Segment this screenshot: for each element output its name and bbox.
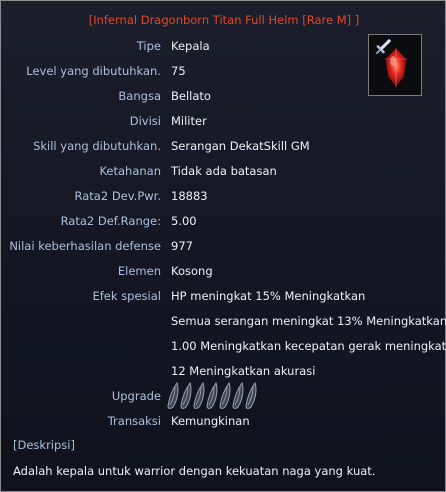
- stat-value: 5.00: [171, 214, 197, 228]
- stat-label: Tipe: [136, 39, 161, 53]
- stat-row-bangsa: Bangsa Bellato: [1, 89, 446, 105]
- stat-row-level: Level yang dibutuhkan. 75: [1, 64, 446, 80]
- stat-value: Serangan DekatSkill GM: [171, 139, 310, 153]
- stat-value: Kemungkinan: [171, 414, 250, 428]
- stat-row-transaksi: Transaksi Kemungkinan: [1, 414, 446, 430]
- stat-label: Efek spesial: [92, 289, 161, 303]
- stat-value: Militer: [171, 114, 207, 128]
- stat-value: Tidak ada batasan: [171, 164, 277, 178]
- effect-text: 1.00 Meningkatkan kecepatan gerak mening…: [171, 339, 446, 353]
- stat-row-divisi: Divisi Militer: [1, 114, 446, 130]
- empty-talic-slot-icon: [232, 381, 244, 409]
- description-text: Adalah kepala untuk warrior dengan kekua…: [13, 464, 376, 478]
- stat-value: 18883: [171, 189, 208, 203]
- stat-label: Skill yang dibutuhkan.: [33, 139, 161, 153]
- stat-label: Divisi: [129, 114, 161, 128]
- stat-label: Elemen: [117, 264, 161, 278]
- upgrade-label: Upgrade: [111, 389, 161, 403]
- stat-label: Transaksi: [107, 414, 161, 428]
- description-heading: [Deskripsi]: [13, 438, 75, 452]
- effect-line: Semua serangan meningkat 13% Meningkatka…: [1, 314, 446, 330]
- effect-text: Semua serangan meningkat 13% Meningkatka…: [171, 314, 446, 328]
- empty-talic-slot-icon: [206, 381, 218, 409]
- stat-label: Rata2 Def.Range:: [60, 214, 161, 228]
- stat-row-tipe: Tipe Kepala: [1, 39, 446, 55]
- stat-row-ketahanan: Ketahanan Tidak ada batasan: [1, 164, 446, 180]
- empty-talic-slot-icon: [219, 381, 231, 409]
- empty-talic-slot-icon: [193, 381, 205, 409]
- stat-value: 977: [171, 239, 193, 253]
- effect-line: 12 Meningkatkan akurasi: [1, 364, 446, 380]
- stat-row-dev-pwr: Rata2 Dev.Pwr. 18883: [1, 189, 446, 205]
- stat-label: Ketahanan: [99, 164, 161, 178]
- empty-talic-slot-icon: [180, 381, 192, 409]
- stat-value: 75: [171, 64, 186, 78]
- stat-row-def-range: Rata2 Def.Range: 5.00: [1, 214, 446, 230]
- stat-row-defense-success: Nilai keberhasilan defense 977: [1, 239, 446, 255]
- stat-label: Rata2 Dev.Pwr.: [74, 189, 161, 203]
- stat-value: HP meningkat 15% Meningkatkan: [171, 289, 366, 303]
- stat-value: Kepala: [171, 39, 210, 53]
- stat-row-efek-spesial: Efek spesial HP meningkat 15% Meningkatk…: [1, 289, 446, 305]
- effect-line: 1.00 Meningkatkan kecepatan gerak mening…: [1, 339, 446, 355]
- item-title: [Infernal Dragonborn Titan Full Helm [Ra…: [88, 13, 360, 27]
- stat-value: Bellato: [171, 89, 211, 103]
- stat-label: Level yang dibutuhkan.: [26, 64, 161, 78]
- effect-text: 12 Meningkatkan akurasi: [171, 364, 316, 378]
- stat-value: Kosong: [171, 264, 213, 278]
- stat-row-skill: Skill yang dibutuhkan. Serangan DekatSki…: [1, 139, 446, 155]
- item-tooltip: [Infernal Dragonborn Titan Full Helm [Ra…: [0, 0, 446, 492]
- empty-talic-slot-icon: [245, 381, 257, 409]
- stat-label: Bangsa: [118, 89, 161, 103]
- empty-talic-slot-icon: [167, 381, 179, 409]
- stat-row-elemen: Elemen Kosong: [1, 264, 446, 280]
- stat-label: Nilai keberhasilan defense: [9, 239, 161, 253]
